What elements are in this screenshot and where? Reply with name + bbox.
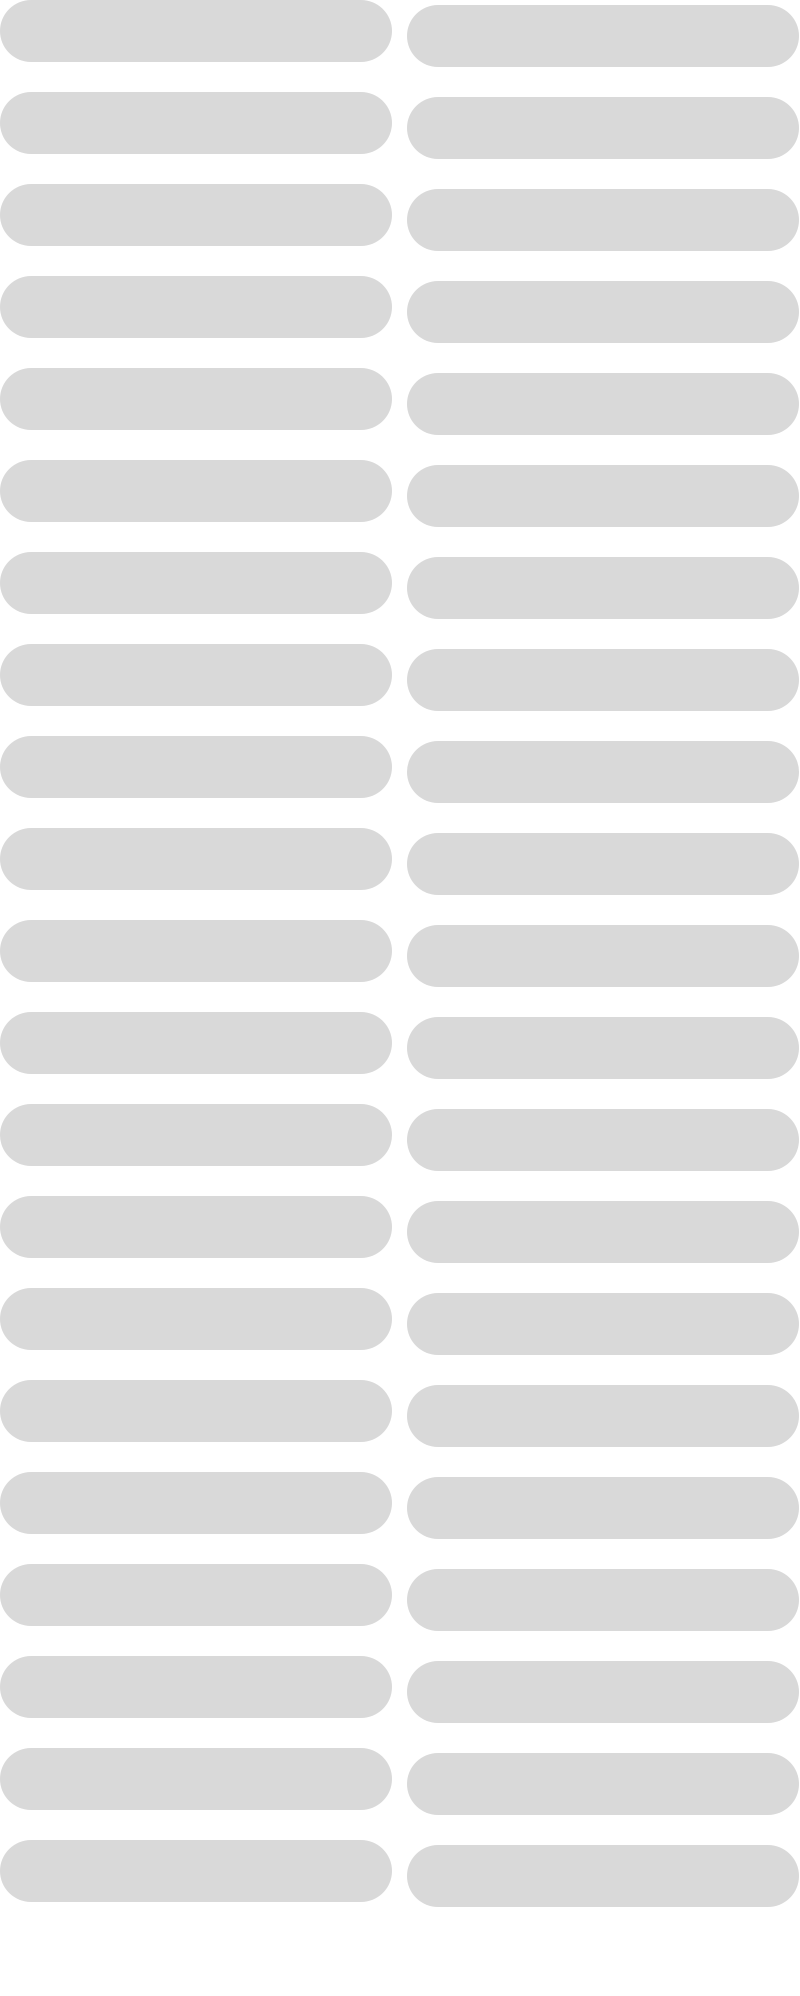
- gray-pill-bar: [0, 920, 392, 982]
- gray-pill-bar: [0, 460, 392, 522]
- gray-pill-bar: [0, 1840, 392, 1902]
- gray-pill-bar: [0, 1564, 392, 1626]
- gray-pill-bar: [0, 552, 392, 614]
- gray-pill-bar: [407, 1845, 799, 1907]
- copyright-credit: © Inessa Dobbelaere: [606, 1969, 798, 1991]
- gray-pill-bar: [407, 649, 799, 711]
- gray-pill-bar: [407, 1293, 799, 1355]
- gray-pill-bar: [0, 736, 392, 798]
- gray-pill-bar: [0, 828, 392, 890]
- gray-pill-bar: [0, 92, 392, 154]
- gray-pill-bar: [407, 1753, 799, 1815]
- gray-pill-bar: [0, 1196, 392, 1258]
- gray-pill-bar: [407, 281, 799, 343]
- gray-pill-bar: [407, 5, 799, 67]
- gray-pill-bar: [0, 0, 392, 62]
- gray-pill-bar: [407, 373, 799, 435]
- gray-pill-bar: [407, 1017, 799, 1079]
- gray-pill-bar: [0, 276, 392, 338]
- gray-pill-bar: [407, 97, 799, 159]
- gray-pill-bar: [0, 1288, 392, 1350]
- gray-pill-bar: [407, 741, 799, 803]
- gray-pill-bar: [407, 1109, 799, 1171]
- gray-pill-bar: [0, 1748, 392, 1810]
- gray-pill-bar: [0, 368, 392, 430]
- gray-pill-bar: [407, 925, 799, 987]
- gray-pill-bar: [0, 1472, 392, 1534]
- gray-pill-bar: [0, 1656, 392, 1718]
- gray-pill-bar: [0, 184, 392, 246]
- gray-pill-bar: [407, 1201, 799, 1263]
- gray-pill-bar: [407, 465, 799, 527]
- gray-pill-bar: [407, 189, 799, 251]
- gray-pill-bar: [0, 1380, 392, 1442]
- gray-pill-bar: [0, 644, 392, 706]
- gray-pill-bar: [407, 1569, 799, 1631]
- gray-pill-bar: [407, 833, 799, 895]
- gray-pill-bar: [0, 1104, 392, 1166]
- gray-pill-bar: [0, 1012, 392, 1074]
- gray-pill-bar: [407, 1477, 799, 1539]
- gray-pill-bar: [407, 557, 799, 619]
- gray-pill-bar: [407, 1661, 799, 1723]
- gray-pill-bar: [407, 1385, 799, 1447]
